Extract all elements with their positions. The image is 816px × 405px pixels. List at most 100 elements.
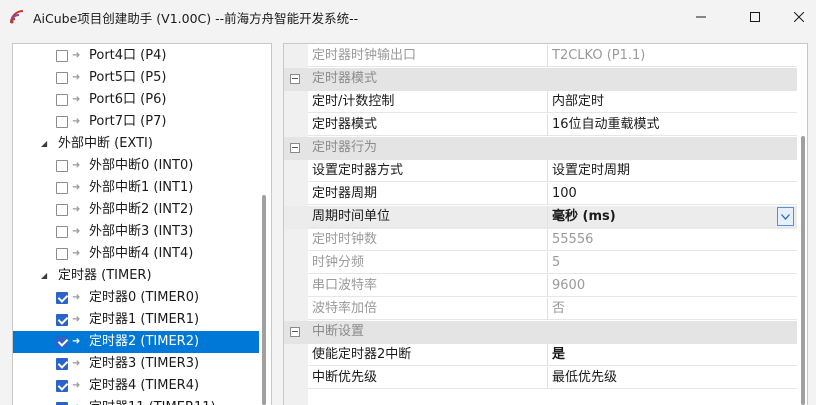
collapse-icon[interactable] [290,143,300,153]
tree-item-label: 定时器1 (TIMER1) [89,312,200,327]
prop-value: T2CLKO (P1.1) [548,45,797,67]
checkbox-checked[interactable] [56,380,68,392]
tree-item-label: Port4口 (P4) [89,48,167,63]
tree-item-label: Port5口 (P5) [89,70,167,85]
maximize-icon [750,12,760,22]
checkbox[interactable] [56,248,68,260]
tree-item-label: 定时器11 (TIMER11) [89,397,216,405]
tree-item-timer0[interactable]: ➜ 定时器0 (TIMER0) [13,287,259,309]
tree-item-timer4[interactable]: ➜ 定时器4 (TIMER4) [13,375,259,397]
tree-item-port6[interactable]: ➜ Port6口 (P6) [13,89,259,111]
property-scrollbar[interactable] [801,136,805,405]
checkbox[interactable] [56,116,68,128]
tree-item-int0[interactable]: ➜ 外部中断0 (INT0) [13,155,259,177]
tree-item-label: 定时器2 (TIMER2) [89,334,200,349]
prop-value: 9600 [548,275,797,297]
arrow-right-icon: ➜ [72,358,81,369]
prop-name: 定时器模式 [308,114,548,136]
dropdown-button[interactable] [777,207,794,226]
checkbox[interactable] [56,182,68,194]
category-label: 中断设置 [312,324,365,339]
prop-value[interactable]: 16位自动重载模式 [548,114,797,136]
prop-row-interrupt-priority[interactable]: 中断优先级 最低优先级 [284,367,797,390]
tree-item-int1[interactable]: ➜ 外部中断1 (INT1) [13,177,259,199]
prop-row-enable-interrupt[interactable]: 使能定时器2中断 是 [284,344,797,367]
checkbox-checked[interactable] [56,292,68,304]
prop-row-timer-mode[interactable]: 定时器模式 16位自动重载模式 [284,114,797,137]
checkbox-checked[interactable] [56,336,68,348]
tree-item-timer1[interactable]: ➜ 定时器1 (TIMER1) [13,309,259,331]
prop-category-interrupt[interactable]: 中断设置 [284,321,797,344]
tree-group-timer[interactable]: ◢ 定时器 (TIMER) [13,265,259,287]
arrow-right-icon: ➜ [72,397,80,405]
collapse-icon[interactable] [290,327,300,337]
prop-row-baud-rate[interactable]: 串口波特率 9600 [284,275,797,298]
expanded-triangle-icon[interactable]: ◢ [41,133,47,155]
prop-value: 55556 [548,229,797,251]
prop-value[interactable]: 最低优先级 [548,367,797,389]
tree-item-timer3[interactable]: ➜ 定时器3 (TIMER3) [13,353,259,375]
prop-name: 周期时间单位 [308,206,548,228]
tree-item-timer11[interactable]: ➜ 定时器11 (TIMER11) [13,397,259,405]
window-title: AiCube项目创建助手 (V1.00C) --前海方舟智能开发系统-- [33,11,359,26]
checkbox-checked[interactable] [56,358,68,370]
tree-item-int2[interactable]: ➜ 外部中断2 (INT2) [13,199,259,221]
arrow-right-icon: ➜ [72,94,81,105]
arrow-right-icon: ➜ [72,72,81,83]
tree-scrollbar[interactable] [262,195,266,405]
prop-value[interactable]: 内部定时 [548,91,797,113]
tree-item-port7[interactable]: ➜ Port7口 (P7) [13,111,259,133]
checkbox[interactable] [56,226,68,238]
prop-name: 定时器周期 [308,183,548,205]
minimize-icon [696,16,706,18]
prop-row-period[interactable]: 定时器周期 100 [284,183,797,206]
tree-item-timer2[interactable]: ➜ 定时器2 (TIMER2) [13,331,259,353]
prop-category-timer-mode[interactable]: 定时器模式 [284,68,797,91]
tree-item-int3[interactable]: ➜ 外部中断3 (INT3) [13,221,259,243]
arrow-right-icon: ➜ [72,292,81,303]
tree-group-exti[interactable]: ◢ 外部中断 (EXTI) [13,133,259,155]
expanded-triangle-icon[interactable]: ◢ [41,265,47,287]
prop-row-set-method[interactable]: 设置定时器方式 设置定时周期 [284,160,797,183]
tree-item-int4[interactable]: ➜ 外部中断4 (INT4) [13,243,259,265]
prop-value[interactable]: 设置定时周期 [548,160,797,182]
checkbox[interactable] [56,72,68,84]
title-bar: AiCube项目创建助手 (V1.00C) --前海方舟智能开发系统-- [0,0,816,34]
prop-name: 中断优先级 [308,367,548,389]
prop-row-clock-divider[interactable]: 时钟分频 5 [284,252,797,275]
prop-name: 定时/计数控制 [308,91,548,113]
collapse-icon[interactable] [290,74,300,84]
prop-value[interactable]: 是 [548,344,797,366]
checkbox[interactable] [56,160,68,172]
arrow-right-icon: ➜ [72,336,81,347]
maximize-button[interactable] [732,0,778,34]
tree-item-port4[interactable]: ➜ Port4口 (P4) [13,45,259,67]
tree-item-port5[interactable]: ➜ Port5口 (P5) [13,67,259,89]
prop-name: 定时器时钟输出口 [308,45,548,67]
checkbox[interactable] [56,50,68,62]
checkbox[interactable] [56,94,68,106]
prop-row-timer-counter[interactable]: 定时/计数控制 内部定时 [284,91,797,114]
arrow-right-icon: ➜ [72,182,81,193]
prop-row-clock-output[interactable]: 定时器时钟输出口 T2CLKO (P1.1) [284,45,797,68]
checkbox-checked[interactable] [56,314,68,326]
prop-row-baud-double[interactable]: 波特率加倍 否 [284,298,797,321]
checkbox[interactable] [56,204,68,216]
minimize-button[interactable] [678,0,724,34]
tree-item-label: Port7口 (P7) [89,114,167,129]
chevron-down-icon [781,213,790,220]
prop-row-clock-count[interactable]: 定时时钟数 55556 [284,229,797,252]
prop-row-time-unit[interactable]: 周期时间单位 毫秒 (ms) [284,206,797,229]
close-button[interactable] [776,0,816,34]
tree-item-label: 外部中断2 (INT2) [89,202,194,217]
arrow-right-icon: ➜ [72,50,81,61]
prop-category-timer-behavior[interactable]: 定时器行为 [284,137,797,160]
prop-value[interactable]: 100 [548,183,797,205]
peripheral-tree[interactable]: ➜ Port4口 (P4) ➜ Port5口 (P5) ➜ Port6口 (P6… [12,43,272,405]
property-grid[interactable]: 定时器时钟输出口 T2CLKO (P1.1) 定时器模式 定时/计数控制 内部定… [283,43,808,405]
tree-group-label: 外部中断 (EXTI) [58,136,153,151]
category-label: 定时器模式 [312,71,378,86]
tree-item-label: 定时器4 (TIMER4) [89,378,200,393]
time-unit-select[interactable]: 毫秒 (ms) [548,206,797,228]
tree-item-label: 外部中断1 (INT1) [89,180,194,195]
